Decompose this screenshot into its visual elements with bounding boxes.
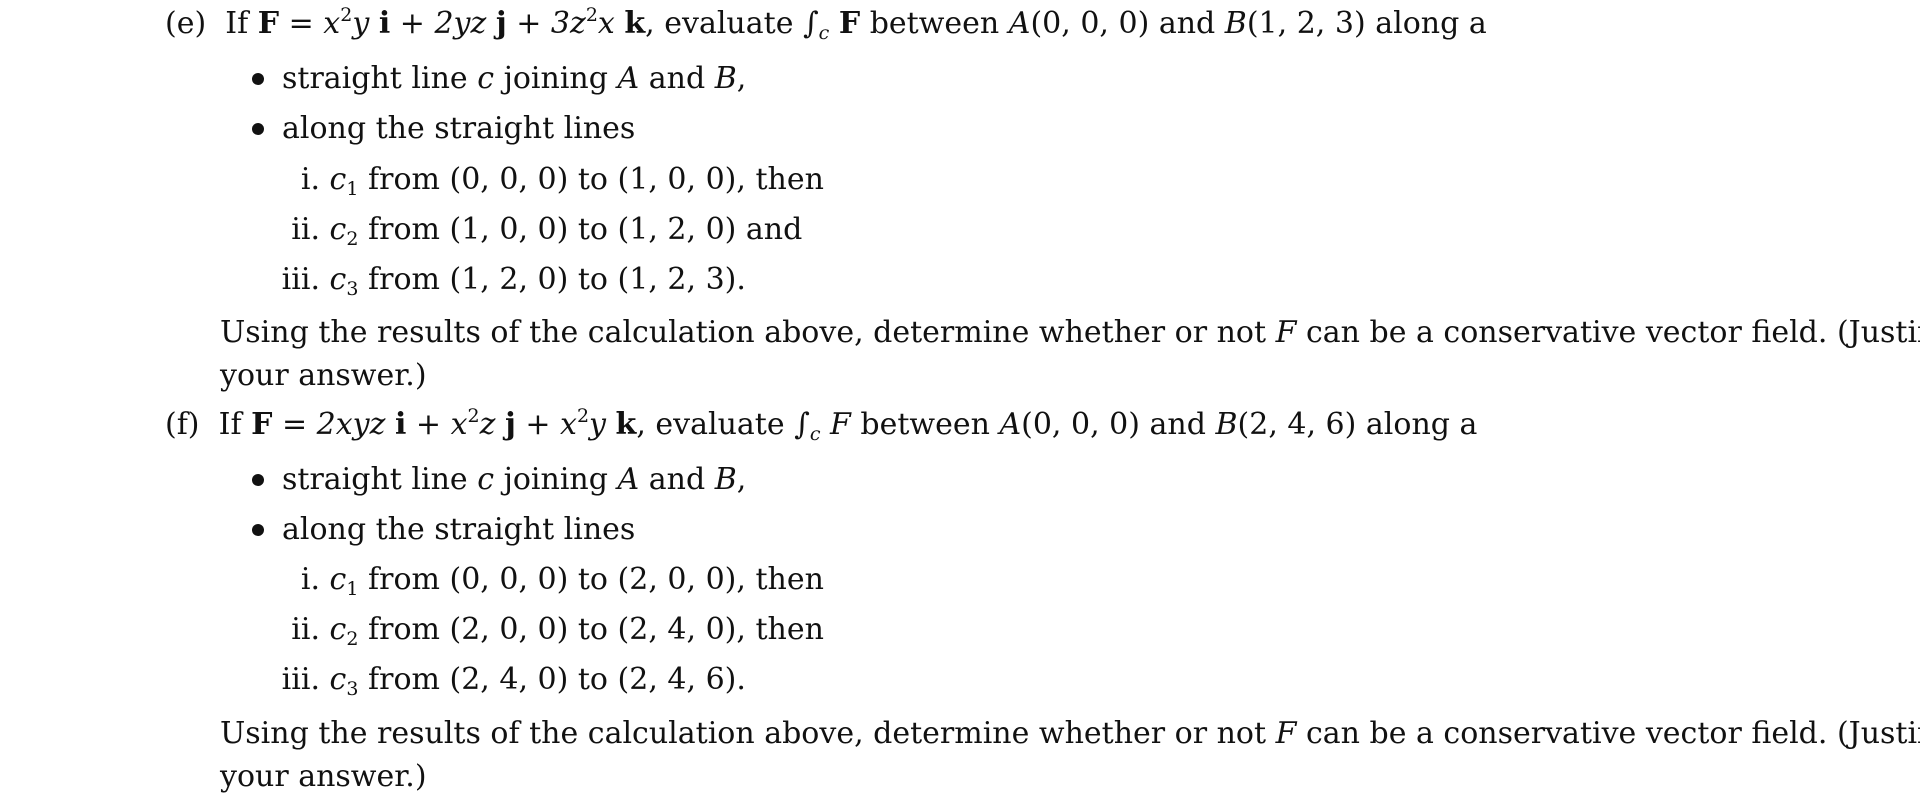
integral-sign: ∫ <box>794 407 810 442</box>
part-e-header: (e) If F = x2y i + 2yz j + 3z2x k, evalu… <box>165 4 1487 44</box>
segment-item: iii. c3 from (2, 4, 0) to (2, 4, 6). <box>281 662 746 700</box>
bullet-icon <box>252 474 264 486</box>
conclusion-text: Using the results of the calculation abo… <box>220 716 1920 751</box>
bullet-icon <box>252 123 264 135</box>
part-f-header: (f) If F = 2xyz i + x2z j + x2y k, evalu… <box>165 405 1478 445</box>
bullet-item: along the straight lines <box>282 111 636 146</box>
segment-item: i. c1 from (0, 0, 0) to (2, 0, 0), then <box>300 562 824 600</box>
part-label: (e) <box>165 6 207 41</box>
field-symbol: F <box>251 407 273 442</box>
field-symbol: F <box>257 6 280 41</box>
bullet-item: straight line c joining A and B, <box>282 462 747 497</box>
bullet-icon <box>252 524 264 536</box>
segment-item: ii. c2 from (2, 0, 0) to (2, 4, 0), then <box>291 612 824 650</box>
bullet-item: along the straight lines <box>282 512 636 547</box>
bullet-item: straight line c joining A and B, <box>282 61 747 96</box>
segment-item: i. c1 from (0, 0, 0) to (1, 0, 0), then <box>300 162 824 200</box>
conclusion-text: Using the results of the calculation abo… <box>220 315 1920 350</box>
conclusion-text-cont: your answer.) <box>220 358 427 393</box>
conclusion-text-cont: your answer.) <box>220 759 427 794</box>
segment-item: iii. c3 from (1, 2, 0) to (1, 2, 3). <box>281 262 746 300</box>
segment-item: ii. c2 from (1, 0, 0) to (1, 2, 0) and <box>291 212 803 250</box>
integral-sign: ∫ <box>803 6 819 41</box>
part-label: (f) <box>165 407 200 442</box>
bullet-icon <box>252 73 264 85</box>
